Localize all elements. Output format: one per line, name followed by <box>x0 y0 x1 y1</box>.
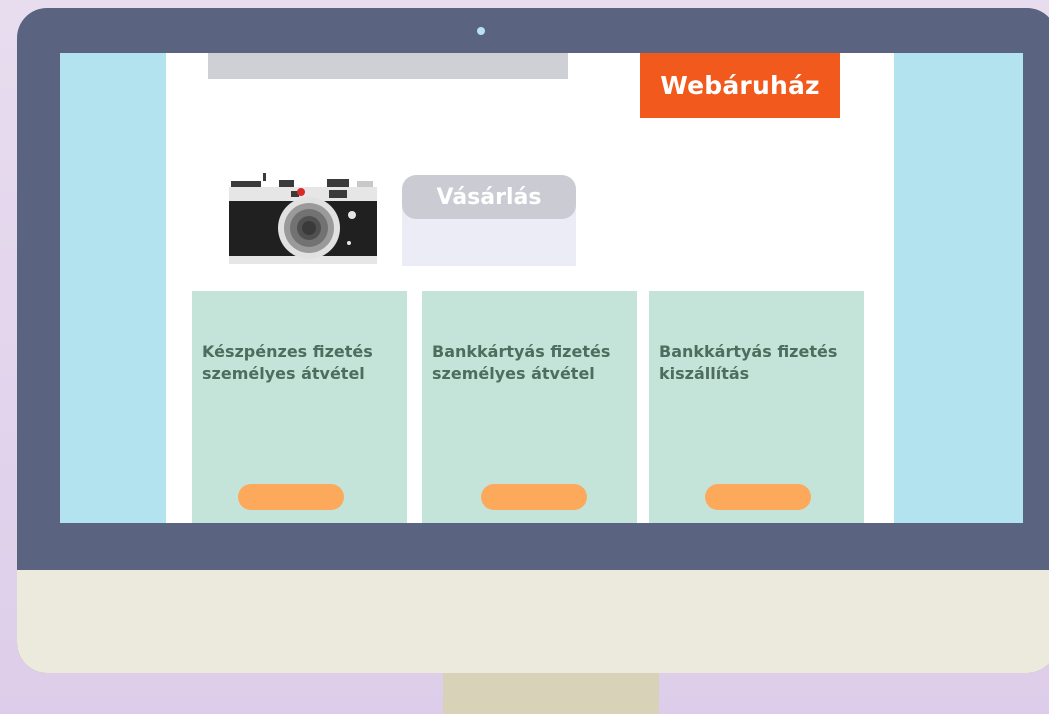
monitor: Webáruház Vásárlás Készpénzes fizetés sz… <box>17 8 1049 673</box>
payment-option-label: Bankkártyás fizetés személyes átvétel <box>432 342 611 383</box>
payment-option-label: Bankkártyás fizetés kiszállítás <box>659 342 838 383</box>
screen: Webáruház Vásárlás Készpénzes fizetés sz… <box>60 53 1023 523</box>
select-option-button[interactable] <box>705 484 811 510</box>
brand-logo[interactable]: Webáruház <box>640 53 840 118</box>
webcam-dot <box>477 27 485 35</box>
camera-icon <box>229 173 377 264</box>
monitor-chin <box>17 570 1049 673</box>
select-option-button[interactable] <box>481 484 587 510</box>
select-option-button[interactable] <box>238 484 344 510</box>
purchase-card[interactable]: Vásárlás <box>402 175 576 266</box>
payment-option-card-pickup[interactable]: Bankkártyás fizetés személyes átvétel <box>422 291 637 523</box>
web-page: Webáruház Vásárlás Készpénzes fizetés sz… <box>166 53 894 523</box>
payment-option-label: Készpénzes fizetés személyes átvétel <box>202 342 373 383</box>
payment-option-card-delivery[interactable]: Bankkártyás fizetés kiszállítás <box>649 291 864 523</box>
top-bar-placeholder <box>208 53 568 79</box>
purchase-title: Vásárlás <box>402 175 576 219</box>
payment-option-cash-pickup[interactable]: Készpénzes fizetés személyes átvétel <box>192 291 407 523</box>
